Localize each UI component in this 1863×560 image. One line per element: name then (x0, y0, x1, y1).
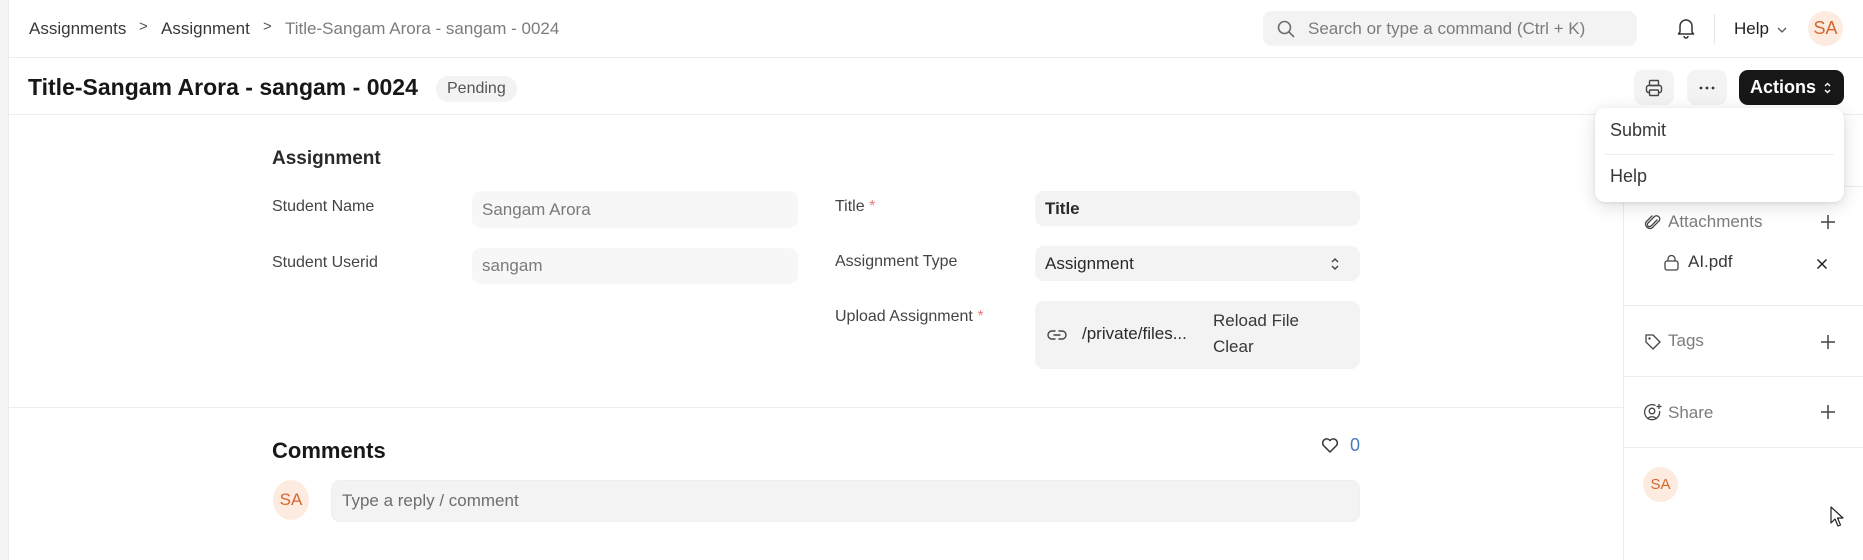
link-icon (1047, 330, 1067, 340)
upload-assignment-field: /private/files... Reload File Clear (1035, 301, 1360, 369)
attachments-label: Attachments (1668, 212, 1763, 231)
file-path-link[interactable]: /private/files... (1082, 324, 1187, 344)
comment-input[interactable]: Type a reply / comment (331, 480, 1360, 522)
section-divider (9, 407, 1623, 408)
student-userid-field[interactable]: sangam (472, 248, 798, 284)
actions-button[interactable]: Actions (1739, 70, 1844, 105)
clear-file-button[interactable]: Clear (1213, 337, 1254, 357)
upload-assignment-label-text: Upload Assignment (835, 308, 973, 325)
add-share-icon[interactable] (1820, 404, 1836, 420)
breadcrumb-assignment[interactable]: Assignment (161, 19, 250, 39)
assignment-type-value: Assignment (1045, 253, 1134, 273)
heart-icon[interactable] (1321, 437, 1339, 454)
lock-icon (1664, 254, 1679, 271)
search-bar[interactable]: Search or type a command (Ctrl + K) (1263, 11, 1637, 46)
chevron-up-down-icon (1331, 258, 1339, 270)
student-name-value: Sangam Arora (482, 199, 591, 219)
title-label: Title * (835, 198, 875, 216)
menu-item-help[interactable]: Help (1610, 166, 1647, 187)
actions-dropdown-menu: Submit Help (1595, 108, 1844, 202)
sidebar-divider (1624, 447, 1863, 448)
student-name-field[interactable]: Sangam Arora (472, 191, 798, 228)
bell-icon[interactable] (1676, 17, 1696, 39)
required-mark: * (869, 198, 876, 215)
user-avatar[interactable]: SA (1808, 11, 1843, 46)
left-edge-strip (0, 0, 9, 560)
sidebar-divider (1624, 376, 1863, 377)
sidebar-divider (1624, 305, 1863, 306)
likes-count: 0 (1350, 435, 1361, 455)
chevron-down-icon[interactable] (1776, 26, 1788, 34)
breadcrumb-assignments[interactable]: Assignments (29, 19, 126, 39)
attachment-file-name[interactable]: AI.pdf (1688, 252, 1732, 272)
menu-item-submit[interactable]: Submit (1610, 120, 1666, 141)
status-badge: Pending (436, 76, 517, 102)
title-label-text: Title (835, 198, 865, 215)
tags-label: Tags (1668, 331, 1704, 350)
breadcrumb-separator: > (139, 18, 148, 35)
paperclip-icon (1644, 215, 1661, 230)
ellipsis-icon (1699, 86, 1715, 89)
section-title: Assignment (272, 148, 381, 169)
chevron-up-down-icon (1824, 82, 1831, 93)
search-placeholder: Search or type a command (Ctrl + K) (1308, 19, 1586, 38)
title-input-value: Title (1045, 198, 1080, 218)
help-menu[interactable]: Help (1734, 19, 1769, 39)
comments-title: Comments (272, 438, 386, 463)
comment-user-avatar: SA (273, 480, 309, 520)
search-icon (1277, 20, 1295, 38)
menu-divider (1605, 154, 1834, 155)
reload-file-button[interactable]: Reload File (1213, 311, 1299, 331)
student-userid-label: Student Userid (272, 254, 378, 271)
title-input[interactable]: Title (1035, 191, 1360, 226)
share-label: Share (1668, 403, 1714, 422)
remove-attachment-icon[interactable] (1816, 258, 1828, 270)
print-button[interactable] (1634, 70, 1674, 105)
navbar-divider (1714, 14, 1715, 44)
tag-icon (1645, 334, 1661, 350)
share-user-icon (1643, 404, 1662, 421)
breadcrumb-separator: > (263, 18, 272, 35)
upload-assignment-label: Upload Assignment * (835, 308, 984, 326)
assignment-type-select[interactable]: Assignment (1035, 246, 1360, 281)
printer-icon (1645, 79, 1663, 96)
add-tag-icon[interactable] (1820, 334, 1836, 350)
breadcrumb-current[interactable]: Title-Sangam Arora - sangam - 0024 (285, 19, 559, 39)
student-userid-value: sangam (482, 256, 543, 275)
comment-placeholder: Type a reply / comment (342, 491, 519, 510)
add-attachment-icon[interactable] (1820, 214, 1836, 230)
required-mark: * (977, 308, 984, 325)
mouse-cursor-icon (1830, 506, 1844, 527)
more-options-button[interactable] (1687, 70, 1727, 105)
assignment-type-label: Assignment Type (835, 253, 958, 270)
page-title: Title-Sangam Arora - sangam - 0024 (28, 74, 418, 100)
student-name-label: Student Name (272, 198, 375, 215)
viewer-avatar: SA (1643, 467, 1678, 502)
actions-button-label: Actions (1750, 77, 1817, 97)
